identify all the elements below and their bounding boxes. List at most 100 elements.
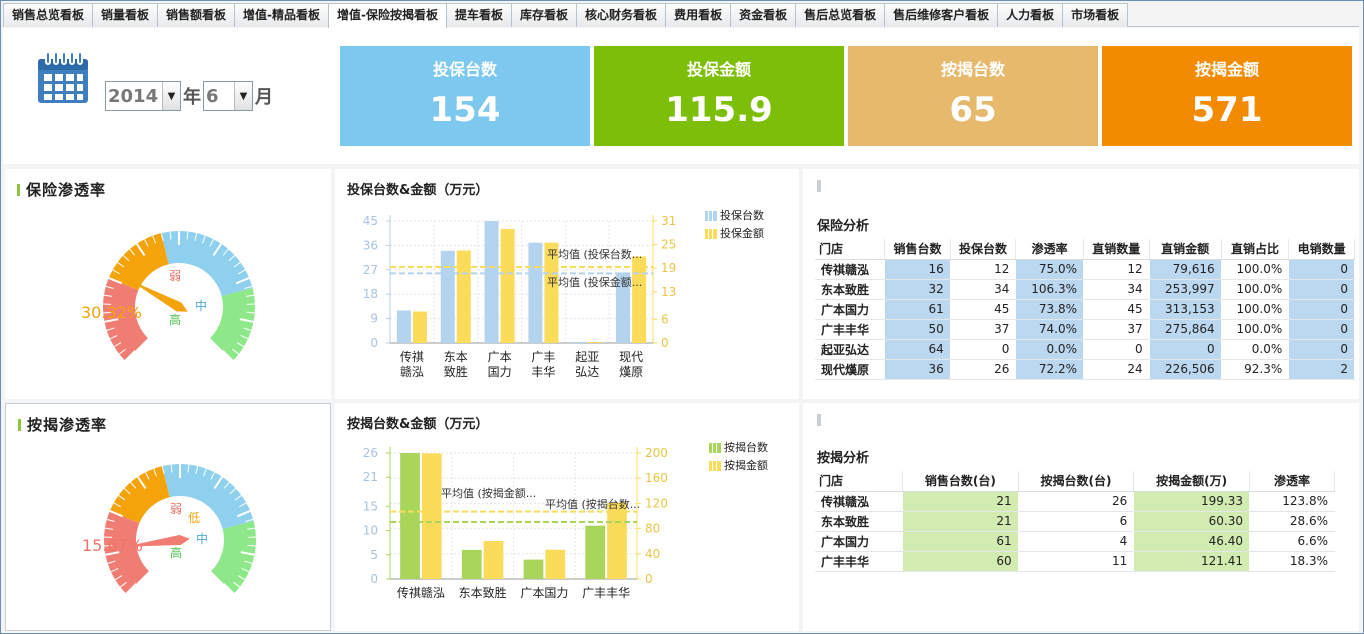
bar-amount[interactable] (456, 250, 471, 343)
table-cell: 0 (1288, 339, 1355, 360)
column-header[interactable]: 渗透率 (1015, 239, 1084, 260)
y-tick-label-right: 25 (661, 238, 676, 252)
bar-count[interactable] (572, 342, 587, 343)
bar-count[interactable] (585, 525, 606, 579)
column-header[interactable]: 直销金额 (1149, 239, 1222, 260)
bar-amount[interactable] (500, 228, 515, 343)
table-cell: 106.3% (1015, 279, 1084, 300)
bar-count[interactable] (396, 310, 411, 343)
table-row: 广本国力 61 45 73.8% 45 313,153 100.0% 0 (815, 299, 1355, 320)
tab-item[interactable]: 市场看板 (1062, 3, 1129, 27)
column-header[interactable]: 门店 (815, 471, 903, 492)
bar-count[interactable] (523, 559, 544, 579)
legend-item[interactable]: 投保台数 (705, 207, 764, 225)
table-cell: 6 (1018, 511, 1135, 532)
tab-item[interactable]: 库存看板 (511, 3, 578, 27)
insured-bar-chart: 0 9 18 27 36 45 0 6 13 19 25 31 传祺赣泓 东本致胜 广本国力 广丰丰华 起亚弘达… (363, 214, 677, 379)
bar-count[interactable] (528, 242, 543, 343)
table-row: 东本致胜 32 34 106.3% 34 253,997 100.0% 0 (815, 279, 1355, 300)
y-tick-label-right: 0 (645, 572, 653, 586)
bar-amount[interactable] (483, 541, 504, 579)
table-cell: 64 (884, 339, 951, 360)
bar-count[interactable] (461, 549, 482, 579)
tab-item[interactable]: 费用看板 (665, 3, 732, 27)
column-header[interactable]: 销售台数(台) (902, 471, 1019, 492)
bar-amount[interactable] (607, 502, 627, 579)
table-cell: 0 (1288, 299, 1355, 320)
x-tick-label: 弘达 (575, 365, 599, 379)
y-tick-label-left: 0 (370, 572, 378, 586)
legend-item[interactable]: 按揭金额 (709, 457, 768, 475)
tab-item[interactable]: 提车看板 (446, 3, 513, 27)
legend-label: 按揭台数 (724, 441, 768, 454)
month-select[interactable]: 6 ▼ (203, 81, 253, 111)
legend-item[interactable]: 投保金额 (705, 225, 764, 243)
column-header[interactable]: 直销占比 (1221, 239, 1290, 260)
kpi-title: 投保金额 (686, 60, 751, 79)
y-tick-label-left: 18 (363, 287, 378, 301)
table-cell: 2 (1288, 359, 1355, 380)
kpi-value: 65 (949, 90, 997, 130)
table-cell: 72.2% (1015, 359, 1084, 380)
table-cell: 100.0% (1221, 259, 1290, 280)
month-value: 6 (206, 85, 219, 107)
x-tick-label: 东本 (444, 350, 468, 364)
x-tick-label: 传祺赣泓 (397, 585, 445, 600)
bar-count[interactable] (484, 221, 499, 343)
legend-swatch (709, 443, 721, 453)
x-tick-label: 东本致胜 (459, 585, 507, 600)
table-cell: 26 (1018, 491, 1135, 512)
chevron-down-icon[interactable]: ▼ (234, 82, 252, 110)
tab-item[interactable]: 增值-保险按揭看板 (328, 3, 448, 28)
tab-item[interactable]: 销售总览看板 (3, 3, 94, 27)
table-cell: 226,506 (1149, 359, 1222, 380)
column-header[interactable]: 按揭金额(万) (1133, 471, 1250, 492)
column-header[interactable]: 渗透率 (1249, 471, 1336, 492)
tab-item[interactable]: 售后总览看板 (795, 3, 886, 27)
bar-amount[interactable] (545, 549, 566, 579)
bar-amount[interactable] (588, 342, 603, 343)
insurance-penetration-panel: 保险渗透率 弱中高 30.32% (5, 169, 331, 399)
gauge-label-high: 高 (170, 545, 182, 560)
table-cell: 东本致胜 (815, 511, 903, 532)
tab-item[interactable]: 售后维修客户看板 (884, 3, 999, 27)
year-select[interactable]: 2014 ▼ (105, 81, 181, 111)
table-cell: 11 (1018, 551, 1135, 572)
column-header[interactable]: 投保台数 (950, 239, 1017, 260)
table-cell: 60 (902, 551, 1019, 572)
legend-swatch (705, 211, 717, 221)
gauge-label-low: 低 (188, 511, 200, 525)
column-header[interactable]: 销售台数 (884, 239, 951, 260)
bar-count[interactable] (440, 250, 455, 343)
bar-count[interactable] (400, 453, 420, 579)
date-selector: 2014 ▼ 年 6 ▼ 月 (105, 81, 275, 111)
section-title: 保险分析 (817, 219, 870, 234)
tab-item[interactable]: 销售额看板 (157, 3, 236, 27)
tab-item[interactable]: 人力看板 (997, 3, 1064, 27)
tab-item[interactable]: 增值-精品看板 (234, 3, 330, 27)
tab-item[interactable]: 资金看板 (730, 3, 797, 27)
column-header[interactable]: 电销数量 (1288, 239, 1355, 260)
table-cell: 275,864 (1149, 319, 1222, 340)
table-cell: 12 (950, 259, 1017, 280)
table-cell: 79,616 (1149, 259, 1222, 280)
bar-amount[interactable] (412, 311, 427, 343)
tab-item[interactable]: 销量看板 (92, 3, 159, 27)
table-cell: 0.0% (1015, 339, 1084, 360)
table-cell: 广丰丰华 (815, 551, 903, 572)
mortgage-penetration-panel: 按揭渗透率 弱低中高 15.67% (5, 403, 331, 631)
tab-item[interactable]: 核心财务看板 (576, 3, 667, 27)
column-header[interactable]: 按揭台数(台) (1018, 471, 1135, 492)
bar-amount[interactable] (632, 256, 647, 343)
legend-item[interactable]: 按揭台数 (709, 439, 768, 457)
gauge-needle-hub (176, 536, 184, 544)
table-cell: 0 (1149, 339, 1222, 360)
chevron-down-icon[interactable]: ▼ (162, 82, 180, 110)
column-header[interactable]: 门店 (815, 239, 886, 260)
table-cell: 73.8% (1015, 299, 1084, 320)
column-header[interactable]: 直销数量 (1083, 239, 1150, 260)
bar-amount[interactable] (421, 453, 442, 579)
insurance-analysis-panel: 保险分析 门店 销售台数 投保台数 渗透率 直销数量 直销金额 直销占比 电销数量 传祺赣泓 16… (803, 169, 1359, 399)
y-tick-label-left: 15 (363, 499, 378, 513)
table-row: 现代熯原 36 26 72.2% 24 226,506 92.3% 2 (815, 359, 1355, 380)
